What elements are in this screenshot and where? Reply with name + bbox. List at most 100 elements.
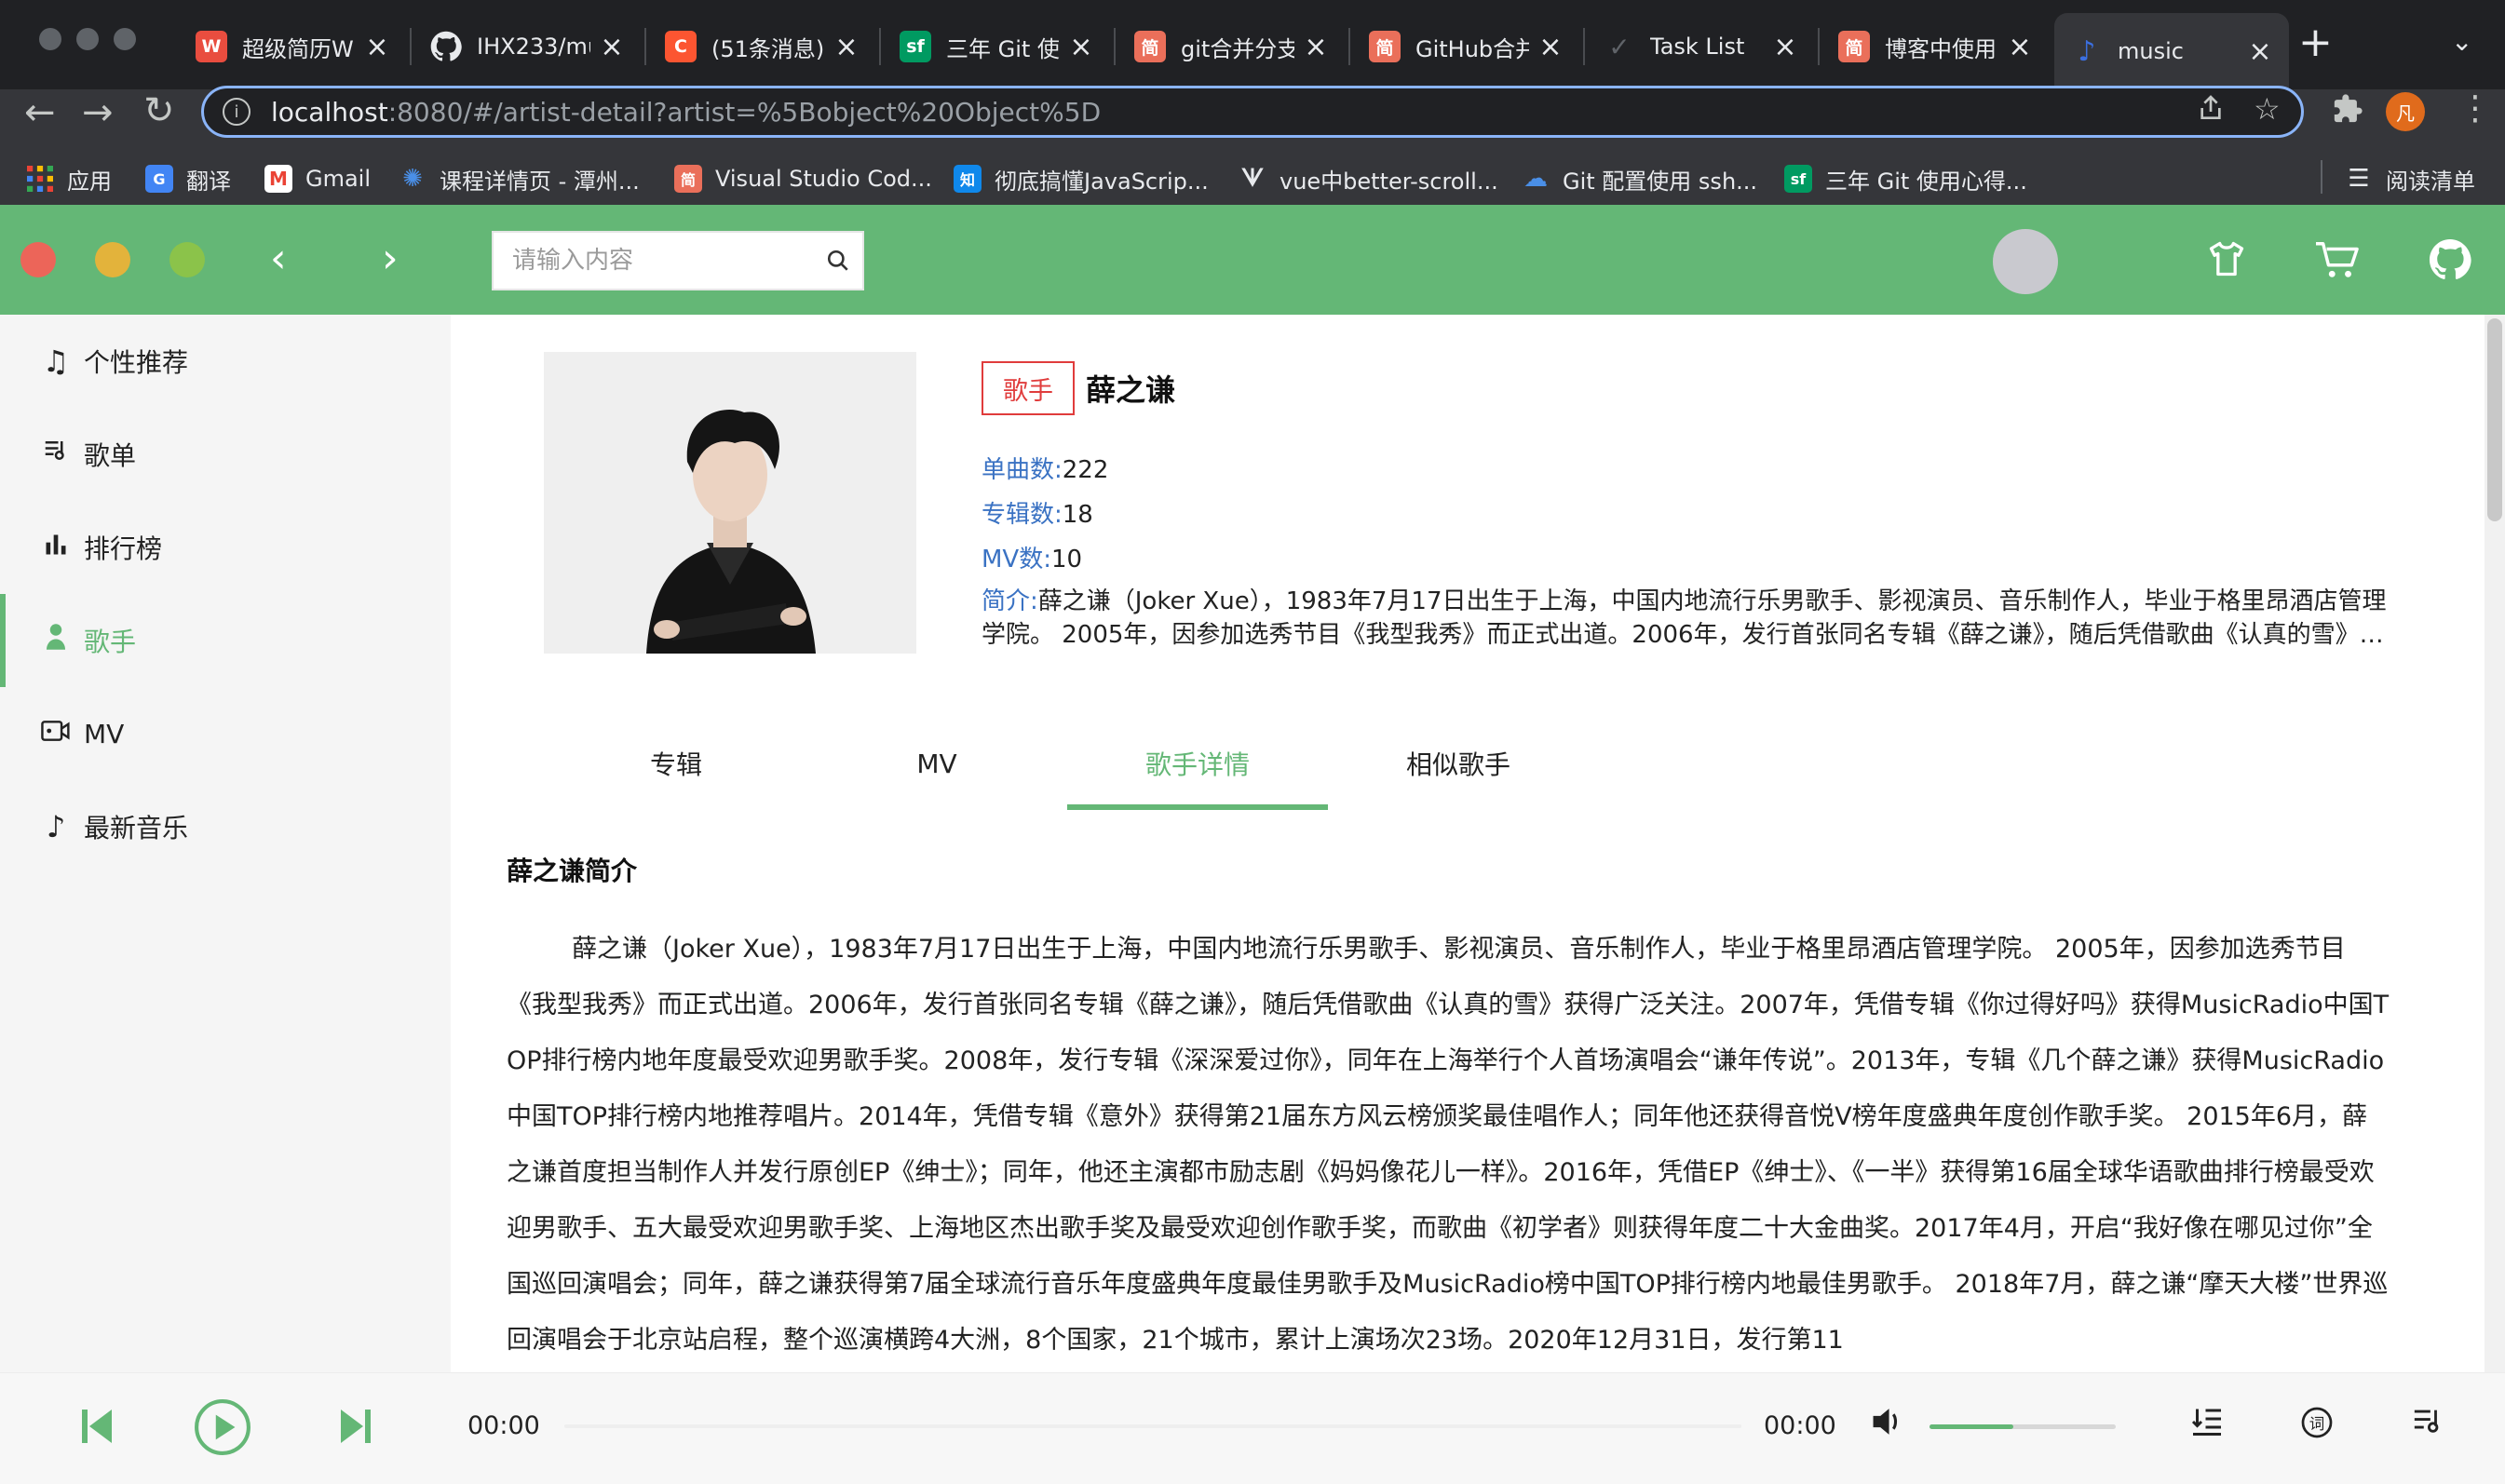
browser-tab-active[interactable]: ♪ music × <box>2054 13 2289 89</box>
bio-title: 薛之谦简介 <box>507 856 638 886</box>
tab-separator <box>879 28 881 65</box>
bookmark-apps[interactable]: 应用 <box>26 153 112 205</box>
artist-intro-summary: 简介:薛之谦（Joker Xue），1983年7月17日出生于上海，中国内地流行… <box>982 587 2387 649</box>
user-avatar[interactable] <box>1993 229 2058 294</box>
music-note-icon: ♫ <box>42 344 70 379</box>
tab-artist-detail[interactable]: 歌手详情 <box>1067 717 1328 810</box>
app-maximize-button[interactable] <box>169 242 205 277</box>
play-queue-icon[interactable] <box>2412 1406 2444 1439</box>
new-tab-plus-icon[interactable]: + <box>2298 19 2333 66</box>
bookmark-git-ssh[interactable]: ☁ Git 配置使用 ssh... <box>1522 153 1757 205</box>
volume-slider-fill <box>1930 1424 2013 1429</box>
zhihu-icon: 知 <box>954 165 982 193</box>
gmail-icon: M <box>264 165 292 193</box>
tab-close-icon[interactable]: × <box>834 31 859 63</box>
app-close-button[interactable] <box>20 242 56 277</box>
browser-tab[interactable]: sf 三年 Git 使 × <box>883 13 1110 80</box>
browser-menu-icon[interactable]: ⋮ <box>2458 89 2492 128</box>
tab-close-icon[interactable]: × <box>1069 31 1093 63</box>
browser-tab[interactable]: ✓ Task List × <box>1587 13 1814 80</box>
jianshu-favicon-icon: 简 <box>1838 31 1870 62</box>
reload-icon[interactable]: ↻ <box>143 89 175 132</box>
tab-separator <box>1348 28 1350 65</box>
tab-albums[interactable]: 专辑 <box>546 717 806 810</box>
app-minimize-button[interactable] <box>95 242 130 277</box>
address-bar-url[interactable]: localhost:8080/#/artist-detail?artist=%5… <box>271 97 1101 128</box>
bookmark-star-icon[interactable]: ☆ <box>2254 91 2281 127</box>
window-close-button[interactable] <box>39 28 61 50</box>
sidebar-item-new-music[interactable]: ♪ 最新音乐 <box>0 780 451 873</box>
bookmark-translate[interactable]: G 翻译 <box>145 153 231 205</box>
tab-close-icon[interactable]: × <box>1538 31 1563 63</box>
bookmark-vscode[interactable]: 简 Visual Studio Cod... <box>674 153 932 205</box>
play-button[interactable] <box>194 1398 251 1460</box>
search-input[interactable] <box>494 233 814 289</box>
tab-close-icon[interactable]: × <box>2248 35 2272 68</box>
search-box[interactable] <box>492 231 864 290</box>
github-icon <box>430 31 462 62</box>
tab-close-icon[interactable]: × <box>365 31 389 63</box>
share-icon[interactable] <box>2196 93 2226 130</box>
bookmark-git-notes[interactable]: sf 三年 Git 使用心得... <box>1784 153 2027 205</box>
browser-tab[interactable]: W 超级简历W × <box>179 13 406 80</box>
app-header <box>0 205 2505 315</box>
shopping-cart-icon[interactable] <box>2313 238 2362 285</box>
main-scrollbar-thumb[interactable] <box>2487 318 2502 521</box>
browser-tab[interactable]: 简 GitHub合并 × <box>1352 13 1579 80</box>
vue-icon: ᗐ <box>1240 164 1265 193</box>
sidebar-item-mv[interactable]: MV <box>0 687 451 780</box>
browser-tab[interactable]: C (51条消息) × <box>648 13 875 80</box>
csdn-favicon-icon: C <box>665 31 697 62</box>
tab-close-icon[interactable]: × <box>2008 31 2032 63</box>
playback-progress-bar[interactable] <box>564 1424 1741 1428</box>
lyrics-icon[interactable]: 词 <box>2300 1406 2334 1443</box>
artist-type-badge: 歌手 <box>982 361 1075 415</box>
forward-arrow-icon[interactable]: → <box>82 91 114 134</box>
tab-close-icon[interactable]: × <box>1773 31 1797 63</box>
tab-mv[interactable]: MV <box>806 717 1067 810</box>
total-time: 00:00 <box>1764 1411 1836 1440</box>
stat-singles: 单曲数:222 <box>982 456 1109 484</box>
window-minimize-button[interactable] <box>76 28 99 50</box>
stat-mv: MV数:10 <box>982 546 1083 573</box>
browser-tab[interactable]: 简 git合并分支 × <box>1117 13 1345 80</box>
segmentfault-icon: sf <box>1784 165 1812 193</box>
browser-tab[interactable]: IHX233/mu × <box>413 13 641 80</box>
address-bar[interactable]: i localhost:8080/#/artist-detail?artist=… <box>201 86 2304 138</box>
back-arrow-icon[interactable]: ← <box>24 91 56 134</box>
playlist-order-icon[interactable] <box>2190 1406 2224 1441</box>
skin-tshirt-icon[interactable] <box>2205 238 2248 283</box>
history-back-icon[interactable]: ‹ <box>270 235 287 282</box>
browser-tab[interactable]: 简 博客中使用 × <box>1821 13 2049 80</box>
next-track-icon[interactable] <box>339 1408 372 1449</box>
music-icon: ♪ <box>2078 34 2096 68</box>
window-zoom-button[interactable] <box>114 28 136 50</box>
sidebar-item-artist[interactable]: 歌手 <box>0 594 451 687</box>
sidebar-item-toplist[interactable]: 排行榜 <box>0 501 451 594</box>
tab-separator <box>644 28 646 65</box>
jianshu-favicon-icon: 简 <box>1134 31 1166 62</box>
reading-list-icon: ☰ <box>2348 165 2370 193</box>
bookmark-javascript[interactable]: 知 彻底搞懂JavaScrip... <box>954 153 1209 205</box>
jianshu-favicon-icon: 简 <box>1369 31 1401 62</box>
profile-avatar[interactable]: 凡 <box>2386 92 2425 131</box>
previous-track-icon[interactable] <box>80 1408 114 1449</box>
music-note-icon: ♪ <box>46 809 66 844</box>
extensions-puzzle-icon[interactable] <box>2332 93 2363 133</box>
reading-list-button[interactable]: ☰ 阅读清单 <box>2345 153 2475 205</box>
tab-close-icon[interactable]: × <box>1304 31 1328 63</box>
volume-icon[interactable] <box>1870 1406 1905 1441</box>
tab-close-icon[interactable]: × <box>600 31 624 63</box>
github-icon[interactable] <box>2429 238 2471 285</box>
tab-similar-artists[interactable]: 相似歌手 <box>1328 717 1589 810</box>
tab-search-chevron-icon[interactable]: ⌄ <box>2451 26 2472 57</box>
sidebar-item-recommend[interactable]: ♫ 个性推荐 <box>0 315 451 408</box>
playlist-icon <box>37 437 74 472</box>
search-icon[interactable] <box>814 249 862 273</box>
sidebar-item-playlist[interactable]: 歌单 <box>0 408 451 501</box>
bookmark-course[interactable]: ✺ 课程详情页 - 潭州... <box>399 153 640 205</box>
bookmark-gmail[interactable]: M Gmail <box>264 153 371 205</box>
history-forward-icon[interactable]: › <box>382 235 399 282</box>
bookmark-better-scroll[interactable]: ᗐ vue中better-scroll... <box>1239 153 1498 205</box>
site-info-icon[interactable]: i <box>223 98 250 126</box>
